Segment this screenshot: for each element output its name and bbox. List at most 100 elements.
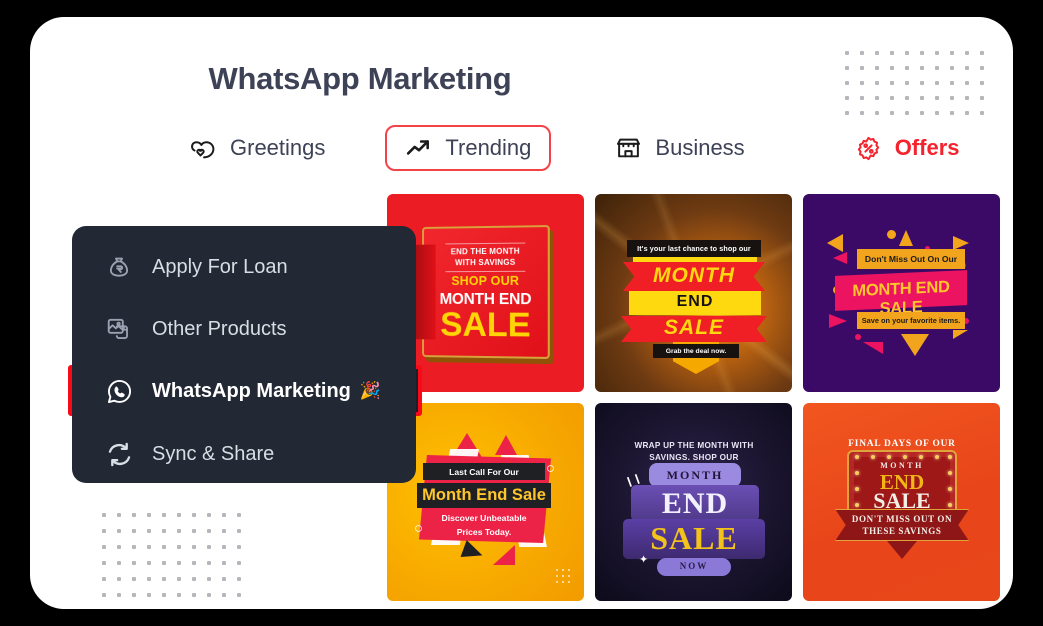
card4-main: Month End Sale [422,486,546,504]
decor-dot [222,593,226,597]
menu-item-label: Sync & Share [152,442,275,465]
card4-shard [493,545,515,565]
decor-dot [177,593,181,597]
decor-dot [132,545,136,549]
card6-hdr: FINAL DAYS OF OUR [848,439,956,449]
decor-dot [117,561,121,565]
decor-dot [192,577,196,581]
card3-bottom: Save on your favorite items. [857,312,965,329]
decor-dot [132,593,136,597]
decor-dot [875,111,879,115]
tab-business[interactable]: Business [595,125,764,171]
card4-top: Last Call For Our [423,463,545,480]
card3-dot [855,334,861,340]
decor-dot [147,593,151,597]
decor-dot [117,577,121,581]
app-card-frame: WhatsApp Marketing Greetings Trending Bu… [30,17,1013,609]
decor-dot [980,66,984,70]
tab-offers[interactable]: Offers [835,125,980,171]
decor-dot [102,529,106,533]
card3-shard [953,236,969,250]
menu-item-other-products[interactable]: Other Products [72,304,416,354]
decor-dot [222,529,226,533]
decor-dot [965,66,969,70]
decor-dot [147,545,151,549]
decor-dot [177,513,181,517]
decor-dot [207,513,211,517]
decor-dot [905,96,909,100]
card2-sale: SALE [663,316,724,339]
card5-hdr1: WRAP UP THE MONTH WITH [634,441,754,450]
decor-dot [117,593,121,597]
creative-gallery-grid: END THE MONTH WITH SAVINGS SHOP OUR MONT… [387,194,1000,601]
card3-shard [827,234,843,252]
decor-dot [980,111,984,115]
card1-line1: END THE MONTH [450,246,520,257]
gallery-card-red-book[interactable]: END THE MONTH WITH SAVINGS SHOP OUR MONT… [387,194,584,392]
menu-item-label: Apply For Loan [152,255,288,278]
decor-dot [222,561,226,565]
card4-sub1: Discover Unbeatable [441,513,527,523]
card3-shard [899,230,913,246]
gallery-card-purple-burst[interactable]: Don't Miss Out On Our MONTH END SALE Sav… [803,194,1000,392]
decor-dot [875,96,879,100]
decor-dot [950,96,954,100]
gallery-card-yellow-lastcall[interactable]: Last Call For Our Month End Sale Discove… [387,403,584,601]
card2-top: It's your last chance to shop our [627,240,761,257]
decor-dot [950,51,954,55]
decor-dot [935,96,939,100]
gallery-card-brown-ribbon[interactable]: It's your last chance to shop our MONTH … [595,194,792,392]
dot-pattern-bottom-left [102,513,252,609]
decor-dot [222,577,226,581]
decor-dot [890,81,894,85]
decor-dot [147,513,151,517]
card4-ring [547,465,554,472]
card2-end: END [676,293,714,310]
decor-dot [162,529,166,533]
decor-dot [237,513,241,517]
decor-dot [102,561,106,565]
money-bag-icon [102,250,136,284]
tab-trending[interactable]: Trending [385,125,552,171]
decor-dot [132,577,136,581]
decor-dot [162,561,166,565]
card6-r1: DON'T MISS OUT ON [851,514,953,524]
decor-dot [177,561,181,565]
tab-label-business: Business [655,135,745,160]
decor-dot [192,561,196,565]
decor-dot [935,111,939,115]
decor-dot [162,577,166,581]
decor-dot [920,66,924,70]
card3-top: Don't Miss Out On Our [857,249,965,269]
menu-item-apply-for-loan[interactable]: Apply For Loan [72,242,416,292]
card6-month: MONTH [880,461,924,470]
gallery-card-orange-marquee[interactable]: FINAL DAYS OF OUR MONTH END SALE DON'T M… [803,403,1000,601]
gallery-card-navy-3d[interactable]: WRAP UP THE MONTH WITH SAVINGS. SHOP OUR… [595,403,792,601]
menu-item-sync-and-share[interactable]: Sync & Share [72,429,416,479]
card5-sale: SALE [650,520,738,556]
party-popper-icon: 🎉 [359,381,382,400]
category-tab-bar: Greetings Trending Business Offers [170,123,1000,173]
decor-dot [207,529,211,533]
decor-dot [207,577,211,581]
dropdown-menu-panel: Apply For Loan Other Products WhatsApp M… [72,226,416,483]
card1-line5: SALE [440,305,531,345]
decor-dot [860,66,864,70]
decor-dot [845,66,849,70]
page-title: WhatsApp Marketing [208,61,512,96]
decor-dot [860,111,864,115]
discount-badge-icon [855,135,882,162]
decor-dot [875,51,879,55]
decor-dot [147,561,151,565]
decor-dot [237,593,241,597]
decor-dot [845,81,849,85]
menu-item-whatsapp-marketing[interactable]: WhatsApp Marketing 🎉 [72,366,416,416]
decor-dot [905,66,909,70]
decor-dot [117,513,121,517]
decor-dot [950,111,954,115]
decor-dot [980,51,984,55]
decor-dot [192,529,196,533]
decor-dot [132,529,136,533]
tab-greetings[interactable]: Greetings [170,125,345,171]
card3-shard [953,330,968,339]
